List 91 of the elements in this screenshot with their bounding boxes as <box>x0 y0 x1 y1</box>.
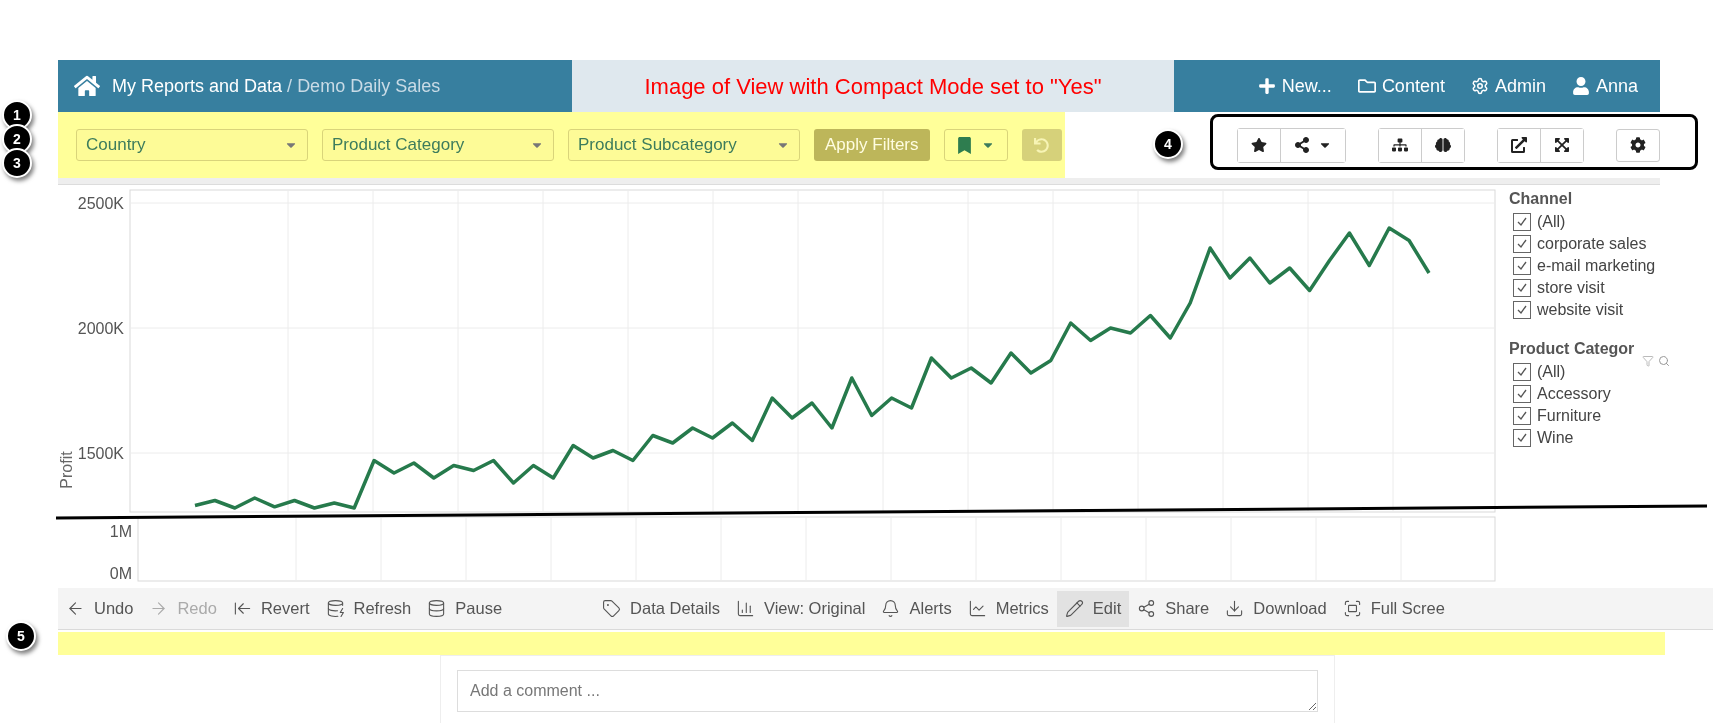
legend-item-label: Wine <box>1537 428 1574 448</box>
star-icon <box>1251 137 1267 153</box>
toolbar-button[interactable] <box>1540 128 1583 162</box>
toolbar-button[interactable]: Revert <box>224 590 318 627</box>
toolbar-button[interactable]: View: Original <box>727 590 874 627</box>
undo-icon <box>66 599 85 618</box>
legend-item-label: Accessory <box>1537 384 1611 404</box>
settings-icon <box>1470 77 1489 95</box>
check-icon <box>1516 410 1528 422</box>
check-icon <box>1516 432 1528 444</box>
database-pause-icon <box>427 599 447 618</box>
bookmark-button[interactable] <box>943 129 1008 161</box>
toolbar-button[interactable]: Full Scree <box>1334 590 1453 627</box>
revert-icon <box>232 599 252 618</box>
bell-icon <box>881 599 901 618</box>
legend-item-label: e-mail marketing <box>1537 256 1656 276</box>
folder-icon <box>1357 77 1376 95</box>
home-icon[interactable] <box>74 73 100 99</box>
y-axis-label: 2500K <box>77 195 124 212</box>
annotation-title: Image of View with Compact Mode set to "Yes" <box>644 72 1102 101</box>
callout-marker: 3 <box>2 148 32 178</box>
legend-item-label: (All) <box>1537 212 1566 232</box>
nav-link[interactable]: Admin <box>1470 72 1546 100</box>
nav-link[interactable]: New... <box>1257 72 1332 100</box>
check-icon <box>1516 282 1528 294</box>
download-icon <box>1225 599 1245 618</box>
checkbox[interactable] <box>1513 213 1531 231</box>
checkbox[interactable] <box>1513 279 1531 297</box>
comment-field[interactable]: Add a comment ... <box>457 670 1318 712</box>
y-axis-label: 2000K <box>77 320 124 337</box>
checkbox[interactable] <box>1513 257 1531 275</box>
hierarchy-icon <box>1392 137 1408 153</box>
y-axis-label: 1500K <box>77 445 124 462</box>
nav-link[interactable]: Anna <box>1571 72 1638 100</box>
expand-icon <box>1554 137 1570 153</box>
check-icon <box>1516 260 1528 272</box>
legend-title: Product Categor <box>1509 339 1635 359</box>
toolbar-button[interactable]: Pause <box>419 590 511 627</box>
share-icon <box>1294 137 1310 153</box>
toolbar-button[interactable]: Metrics <box>959 590 1057 627</box>
filter-dropdown[interactable]: Product Subcategory <box>568 129 800 161</box>
tag-icon <box>602 599 622 618</box>
toolbar-button[interactable]: Refresh <box>317 590 420 627</box>
filter-dropdown[interactable]: Product Category <box>322 129 554 161</box>
checkbox[interactable] <box>1513 385 1531 403</box>
toolbar-button[interactable] <box>1280 128 1345 162</box>
check-icon <box>1516 216 1528 228</box>
nav-link[interactable]: Content <box>1357 72 1445 100</box>
legend-item-label: corporate sales <box>1537 234 1647 254</box>
toolbar-button[interactable] <box>1421 128 1464 162</box>
user-icon <box>1571 77 1590 95</box>
callout-marker: 5 <box>6 621 36 651</box>
filter-dropdown[interactable]: Country <box>76 129 308 161</box>
y-axis-label: 0M <box>109 565 132 582</box>
toolbar-button[interactable]: Data Details <box>594 590 728 627</box>
database-refresh-icon <box>325 599 345 618</box>
bookmark-icon <box>956 136 974 154</box>
breadcrumb: My Reports and Data / Demo Daily Sales <box>112 74 441 98</box>
legend-item-label: Furniture <box>1537 406 1602 426</box>
fullscreen-icon <box>1342 599 1362 618</box>
check-icon <box>1516 304 1528 316</box>
legend-item-label: store visit <box>1537 278 1605 298</box>
plus-icon <box>1257 77 1276 95</box>
legend-title: Channel <box>1509 189 1573 209</box>
line-chart-icon <box>967 599 987 618</box>
y-axis-label: 1M <box>109 523 132 540</box>
check-icon <box>1516 238 1528 250</box>
check-icon <box>1516 366 1528 378</box>
y-axis-title: Profit <box>58 451 75 489</box>
checkbox[interactable] <box>1513 429 1531 447</box>
check-icon <box>1516 388 1528 400</box>
external-link-icon <box>1511 137 1527 153</box>
toolbar-button[interactable]: Alerts <box>873 590 960 627</box>
reset-icon <box>1034 137 1050 153</box>
toolbar-button[interactable] <box>1616 128 1660 162</box>
share-icon <box>1137 599 1157 618</box>
settings-icon <box>1630 137 1646 153</box>
toolbar-button[interactable]: Download <box>1217 590 1335 627</box>
callout-marker: 4 <box>1153 129 1183 159</box>
brain-icon <box>1435 137 1451 153</box>
checkbox[interactable] <box>1513 407 1531 425</box>
checkbox[interactable] <box>1513 301 1531 319</box>
bar-chart-icon <box>735 599 755 618</box>
checkbox[interactable] <box>1513 235 1531 253</box>
toolbar-button[interactable]: Share <box>1129 590 1218 627</box>
pencil-icon <box>1064 599 1084 618</box>
legend-item-label: website visit <box>1537 300 1624 320</box>
legend-item-label: (All) <box>1537 362 1566 382</box>
toolbar-button[interactable]: Edit <box>1056 590 1130 627</box>
checkbox[interactable] <box>1513 363 1531 381</box>
toolbar-button[interactable]: Undo <box>58 590 142 627</box>
